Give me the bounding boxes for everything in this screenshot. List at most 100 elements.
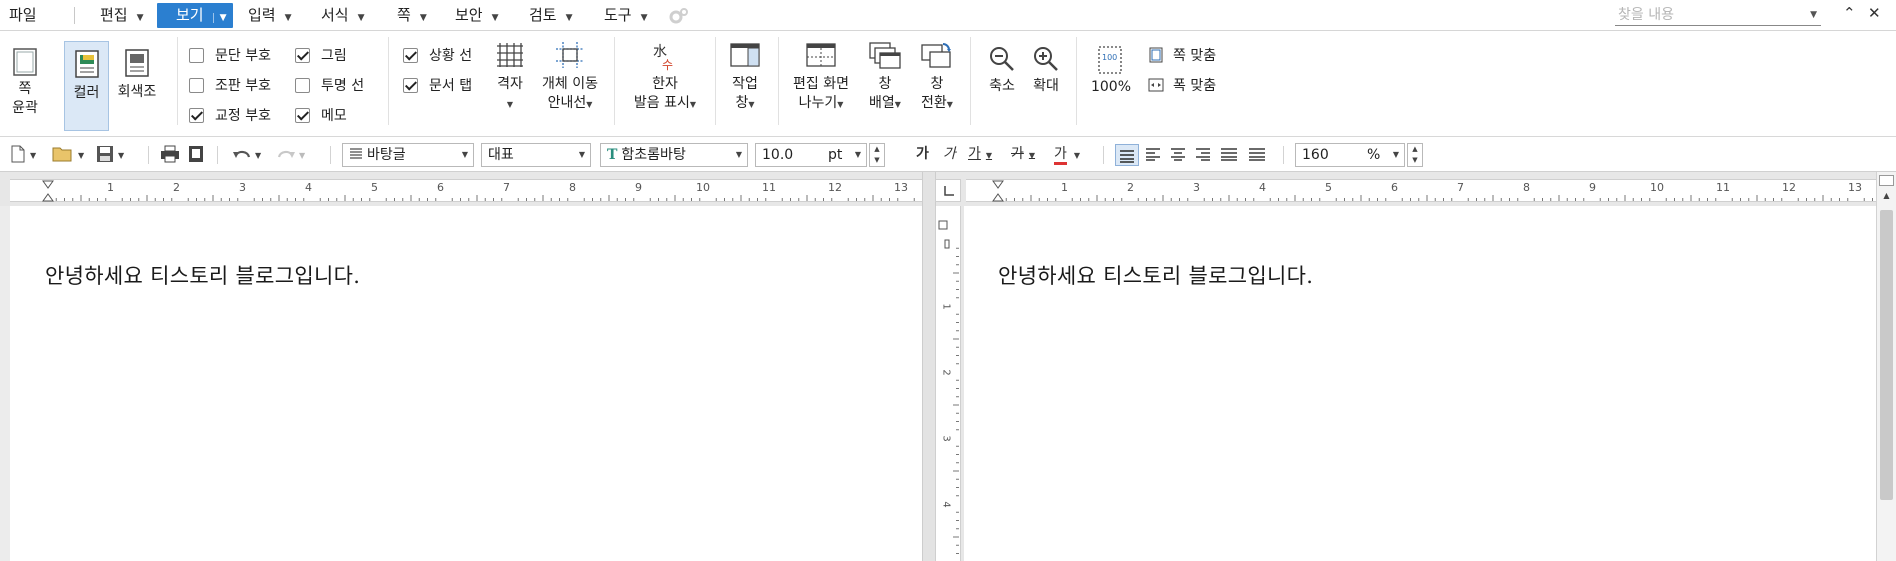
distribute-button[interactable] (1220, 137, 1238, 172)
scrollbar-thumb[interactable] (1880, 210, 1893, 500)
button-label: 격자 (497, 76, 523, 92)
document-text[interactable]: 안녕하세요 티스토리 블로그입니다. (45, 260, 360, 290)
scroll-split-handle[interactable] (1879, 175, 1894, 186)
scroll-up-icon[interactable]: ▲ (1879, 190, 1894, 202)
align-justify-button[interactable] (1115, 144, 1139, 166)
find-input[interactable]: 찾을 내용 ▼ (1615, 4, 1821, 26)
ruler-number: 4 (1259, 181, 1266, 194)
checkbox-box[interactable] (403, 78, 418, 93)
checkbox-box[interactable] (403, 48, 418, 63)
menu-insert[interactable]: 입력 ▼ (248, 3, 292, 28)
status-line-checkbox[interactable]: 상황 선 (403, 47, 472, 65)
ruler-corner-tab-button[interactable] (935, 179, 961, 202)
undo-icon[interactable]: ▼ (232, 137, 261, 172)
collapse-ribbon-icon[interactable]: ⌃ (1843, 4, 1856, 22)
document-page-left[interactable]: 안녕하세요 티스토리 블로그입니다. (10, 206, 922, 561)
task-pane-button[interactable]: 작업 창▼ (724, 41, 766, 114)
checkbox-box[interactable] (189, 78, 204, 93)
redo-icon[interactable]: ▼ (276, 137, 305, 172)
checkbox-box[interactable] (189, 108, 204, 123)
menu-tools[interactable]: 도구 ▼ (604, 3, 648, 28)
vertical-ruler[interactable]: 1 2 3 4 (935, 206, 961, 561)
chevron-down-icon: ▼ (946, 100, 953, 109)
fit-width-button[interactable]: 폭 맞춤 (1148, 77, 1216, 95)
chevron-down-icon[interactable]: ▼ (1810, 4, 1817, 26)
bold-button[interactable]: 가 (916, 137, 929, 172)
horizontal-ruler[interactable]: 1 2 3 4 5 6 7 8 9 10 11 12 13 (10, 179, 922, 202)
italic-button[interactable]: 가 (943, 137, 956, 172)
zoom-100-button[interactable]: 100 100% (1088, 45, 1134, 97)
style-select[interactable]: 바탕글 ▼ (342, 143, 474, 167)
horizontal-ruler[interactable]: 1 2 3 4 5 6 7 8 9 10 11 12 13 (966, 179, 1876, 202)
hanja-pronunciation-button[interactable]: 水수 한자 발음 표시▼ (628, 41, 702, 114)
ruler-number: 2 (1127, 181, 1134, 194)
align-right-button[interactable] (1195, 137, 1211, 172)
save-icon[interactable]: ▼ (96, 137, 124, 172)
paragraph-mark-checkbox[interactable]: 문단 부호 (189, 47, 271, 65)
underline-button[interactable]: 가 ▼ (968, 137, 992, 172)
font-select[interactable]: T 함초롬바탕 ▼ (600, 143, 748, 167)
control-code-checkbox[interactable]: 조판 부호 (189, 77, 271, 95)
button-label: 폭 맞춤 (1173, 78, 1217, 94)
document-tab-checkbox[interactable]: 문서 탭 (403, 77, 472, 95)
align-left-icon (1146, 148, 1160, 161)
vertical-scrollbar[interactable]: ▲ (1876, 172, 1896, 561)
menu-view[interactable]: 보기 ▼ (157, 3, 233, 28)
checkbox-box[interactable] (295, 48, 310, 63)
memo-checkbox[interactable]: 메모 (295, 107, 347, 125)
indent-marker-icon[interactable] (42, 180, 54, 202)
page-outline-button[interactable]: 쪽 윤곽 (7, 47, 43, 118)
align-left-button[interactable] (1145, 137, 1161, 172)
paragraph-style-icon (350, 148, 362, 159)
picture-checkbox[interactable]: 그림 (295, 47, 347, 65)
menu-security[interactable]: 보안 ▼ (455, 3, 499, 28)
font-size-stepper[interactable]: ▲ ▼ (869, 143, 885, 167)
document-page-right[interactable]: 안녕하세요 티스토리 블로그입니다. (964, 206, 1876, 561)
chevron-down-icon: ▼ (1073, 151, 1081, 160)
color-mode-button[interactable]: 컬러 (64, 41, 109, 131)
menu-page[interactable]: 쪽 ▼ (397, 3, 427, 28)
checkbox-box[interactable] (295, 108, 310, 123)
align-center-button[interactable] (1170, 137, 1186, 172)
button-label: 안내선 (547, 95, 587, 111)
print-icon[interactable] (160, 137, 180, 172)
document-text[interactable]: 안녕하세요 티스토리 블로그입니다. (998, 260, 1313, 290)
zoom-stepper[interactable]: ▲ ▼ (1407, 143, 1423, 167)
print-preview-icon[interactable] (187, 137, 205, 172)
checkbox-label: 조판 부호 (215, 78, 271, 94)
font-value: 함초롬바탕 (621, 147, 686, 163)
divide-button[interactable] (1248, 137, 1266, 172)
checkbox-box[interactable] (189, 48, 204, 63)
menu-review[interactable]: 검토 ▼ (529, 3, 573, 28)
close-icon[interactable]: ✕ (1868, 4, 1881, 22)
grayscale-mode-button[interactable]: 회색조 (114, 49, 160, 102)
zoom-in-button[interactable]: 확대 (1028, 45, 1064, 96)
object-guide-button[interactable]: 개체 이동 안내선▼ (540, 41, 600, 114)
vertical-margin-marker-icon[interactable] (938, 220, 950, 250)
indent-marker-icon[interactable] (992, 180, 1004, 202)
new-document-icon[interactable]: ▼ (10, 137, 36, 172)
chevron-down-icon: ▼ (461, 150, 468, 159)
grid-button[interactable]: 격자 ▼ (492, 41, 528, 114)
proofread-mark-checkbox[interactable]: 교정 부호 (189, 107, 271, 125)
language-select[interactable]: 대표 ▼ (481, 143, 591, 167)
menu-format[interactable]: 서식 ▼ (321, 3, 365, 28)
font-size-input[interactable]: 10.0 pt ▼ (755, 143, 867, 167)
zoom-out-button[interactable]: 축소 (984, 45, 1020, 96)
menu-edit[interactable]: 편집 ▼ (100, 3, 144, 28)
checkbox-box[interactable] (295, 78, 310, 93)
split-divider[interactable] (922, 172, 936, 561)
menu-file[interactable]: 파일 (9, 3, 37, 28)
fit-page-button[interactable]: 쪽 맞춤 (1148, 47, 1216, 65)
strikethrough-button[interactable]: 가 ▼ (1011, 137, 1035, 172)
split-view-button[interactable]: 편집 화면 나누기▼ (788, 41, 854, 114)
gear-icon[interactable] (669, 7, 689, 32)
open-folder-icon[interactable]: ▼ (52, 137, 84, 172)
transparent-line-checkbox[interactable]: 투명 선 (295, 77, 364, 95)
switch-window-button[interactable]: 창 전환▼ (914, 41, 960, 114)
font-color-button[interactable]: 가 ▼ (1054, 137, 1080, 172)
page-outline-icon (13, 48, 37, 76)
arrange-windows-button[interactable]: 창 배열▼ (863, 41, 907, 114)
zoom-ratio-input[interactable]: 160% ▼ (1295, 143, 1405, 167)
ribbon-divider (970, 37, 971, 125)
